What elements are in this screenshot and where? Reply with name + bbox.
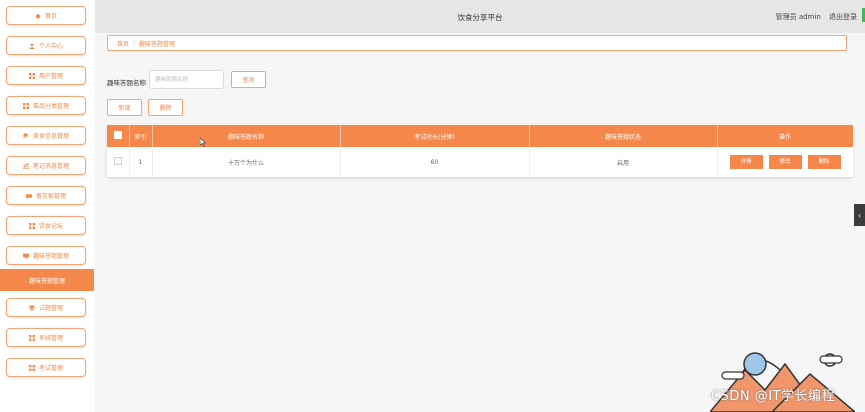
sidebar-item-quiz-management-active[interactable]: 趣味答题管理	[0, 269, 94, 291]
sidebar-item-users[interactable]: 用户管理	[6, 66, 86, 85]
data-table: 索引 趣味答题名称 考试时长(分钟) 趣味答题状态 操作 1 十万个为什么 60…	[107, 125, 854, 177]
grid-icon	[28, 72, 35, 79]
sidebar-item-system[interactable]: 系统管理	[6, 328, 86, 347]
sidebar-item-label: 趣味答题管理	[32, 253, 69, 260]
sidebar: 首页 个人中心 用户管理 菜品分类管理 美食信息管理 笔记消息管理 留言板管理 …	[0, 0, 96, 412]
chat-icon	[25, 193, 32, 199]
sidebar-item-label: 趣味答题管理	[28, 277, 65, 285]
breadcrumb-separator: /	[133, 39, 136, 47]
query-button[interactable]: 查询	[231, 71, 266, 88]
sidebar-item-label: 首页	[44, 13, 57, 20]
search-input[interactable]	[149, 70, 224, 89]
row-delete-button[interactable]: 删除	[807, 155, 841, 169]
column-header: 操作	[717, 125, 854, 147]
add-button[interactable]: 新增	[107, 99, 142, 116]
collapse-tab-chevron-left-icon[interactable]: ‹	[854, 204, 865, 226]
sliders-icon	[22, 162, 29, 169]
sidebar-item-dish-category[interactable]: 菜品分类管理	[6, 96, 86, 115]
column-header[interactable]: 考试时长(分钟)	[340, 125, 530, 147]
sidebar-item-label: 菜品分类管理	[32, 103, 69, 110]
sidebar-item-profile[interactable]: 个人中心	[6, 36, 86, 55]
logout-link[interactable]: 退出登录	[829, 13, 857, 21]
sidebar-item-label: 笔记消息管理	[32, 163, 69, 170]
breadcrumb-home[interactable]: 首页	[117, 39, 129, 48]
sidebar-item-label: 用户管理	[38, 73, 63, 80]
table-header-row: 索引 趣味答题名称 考试时长(分钟) 趣味答题状态 操作	[107, 125, 854, 147]
sidebar-item-food-info[interactable]: 美食信息管理	[6, 126, 86, 145]
row-checkbox[interactable]	[113, 157, 122, 165]
grid-icon	[22, 102, 29, 109]
sidebar-item-questions[interactable]: 试题管理	[6, 298, 86, 317]
row-name: 十万个为什么	[152, 147, 341, 177]
breadcrumb-current: 趣味答题管理	[139, 40, 176, 48]
row-select-cell[interactable]	[107, 147, 130, 177]
mouse-cursor-icon	[200, 138, 207, 147]
breadcrumb: 首页 / 趣味答题管理	[107, 35, 847, 51]
row-status: 启用	[529, 147, 718, 177]
header-user-area: 管理员 admin 退出登录	[770, 12, 857, 22]
select-all-checkbox[interactable]	[113, 131, 122, 139]
select-all-header[interactable]	[107, 125, 130, 147]
user-icon	[29, 42, 35, 49]
watermark-text: CSDN @IT学长编程	[711, 389, 835, 404]
row-actions: 详情 修改 删除	[717, 147, 854, 177]
column-header[interactable]: 趣味答题状态	[529, 125, 718, 147]
sidebar-item-label: 留言板管理	[35, 193, 66, 200]
detail-button[interactable]: 详情	[729, 155, 763, 169]
column-header[interactable]: 趣味答题名称	[152, 125, 341, 147]
column-header: 索引	[129, 125, 153, 147]
row-duration: 60	[340, 147, 530, 177]
sidebar-item-home[interactable]: 首页	[6, 6, 86, 25]
sidebar-item-label: 个人中心	[38, 43, 63, 50]
delete-button[interactable]: 删除	[148, 99, 183, 116]
sidebar-item-exams[interactable]: 考试管理	[6, 358, 86, 377]
sidebar-item-notes[interactable]: 笔记消息管理	[6, 156, 86, 175]
row-index: 1	[129, 147, 153, 177]
edit-button[interactable]: 修改	[768, 155, 802, 169]
sidebar-item-label: 饮食论坛	[38, 223, 63, 230]
top-header: 饮食分享平台 管理员 admin 退出登录	[95, 0, 865, 33]
flag-icon	[23, 132, 29, 139]
sidebar-item-quiz-management[interactable]: 趣味答题管理	[6, 246, 86, 265]
search-label: 趣味答题名称	[107, 79, 146, 87]
pen-icon	[29, 305, 35, 310]
grid-icon	[28, 222, 35, 229]
sidebar-item-forum[interactable]: 饮食论坛	[6, 216, 86, 235]
sidebar-item-messages[interactable]: 留言板管理	[6, 186, 86, 205]
grid-icon	[28, 364, 35, 371]
admin-label: 管理员 admin	[775, 13, 821, 21]
sidebar-item-label: 系统管理	[38, 335, 63, 342]
table-row: 1 十万个为什么 60 启用 详情 修改 删除	[107, 147, 854, 177]
app-title: 饮食分享平台	[457, 13, 503, 22]
chat-icon	[22, 253, 29, 258]
sidebar-item-label: 美食信息管理	[32, 133, 69, 140]
sidebar-item-label: 试题管理	[38, 305, 63, 312]
sidebar-item-label: 考试管理	[38, 365, 63, 372]
grid-icon	[28, 334, 35, 341]
home-icon	[35, 13, 41, 18]
